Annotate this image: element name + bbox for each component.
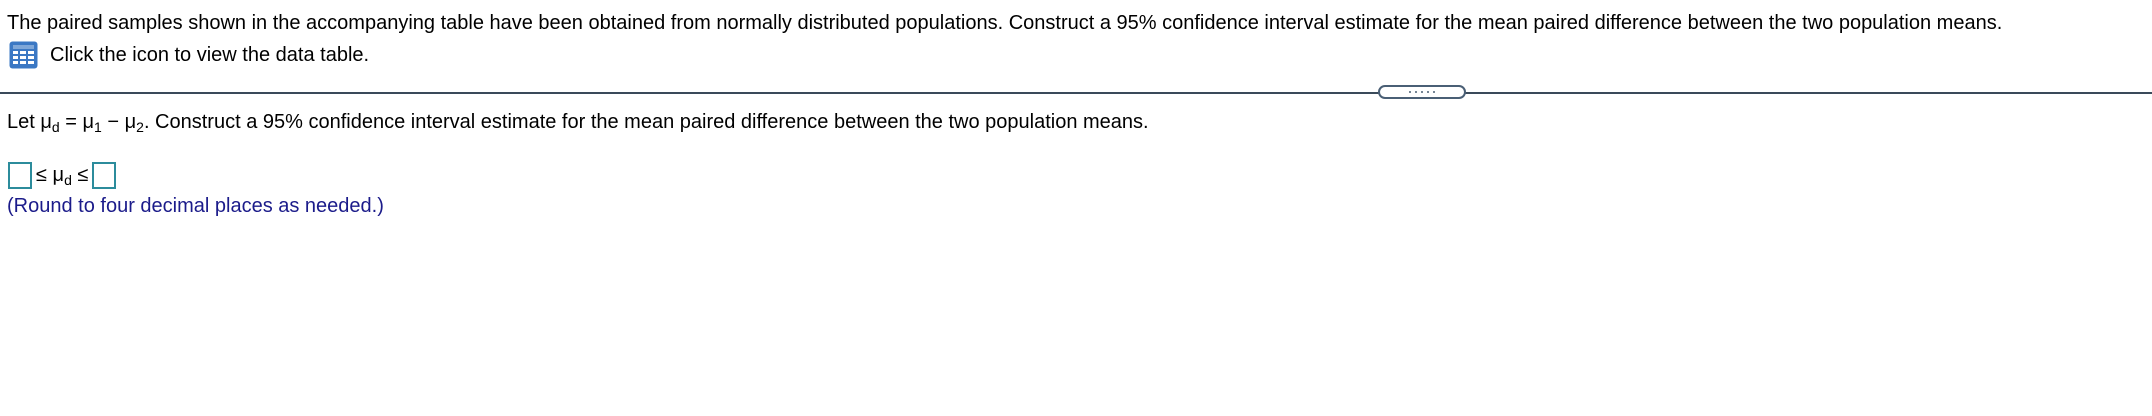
view-data-table-label[interactable]: Click the icon to view the data table. [50, 40, 369, 70]
lower-bound-input[interactable] [8, 161, 32, 189]
subscript-2: 2 [136, 119, 144, 135]
handle-dot [1433, 91, 1435, 93]
mu-symbol: μ [52, 164, 65, 186]
mu-symbol: μ [82, 111, 95, 133]
table-grid-icon[interactable] [9, 41, 38, 69]
subscript-d: d [51, 119, 60, 135]
le-sign-left: ≤ [36, 164, 47, 186]
le-sign-right: ≤ [77, 164, 89, 186]
let-instruction: . Construct a 95% confidence interval es… [143, 111, 1149, 133]
equals-sign: = [59, 111, 83, 133]
mu-symbol: μ [40, 111, 52, 133]
interval-expression: ≤ μd ≤ [36, 161, 88, 189]
handle-dot [1415, 91, 1417, 93]
minus-sign: − [101, 111, 125, 133]
question-text: The paired samples shown in the accompan… [7, 12, 2003, 34]
confidence-interval-row: ≤ μd ≤ [8, 161, 117, 189]
handle-dot [1409, 91, 1411, 93]
page: The paired samples shown in the accompan… [0, 0, 2152, 416]
view-data-table-link[interactable]: Click the icon to view the data table. [9, 40, 369, 70]
subscript-1: 1 [94, 119, 102, 135]
section-divider [0, 92, 2152, 94]
mu-symbol: μ [124, 111, 137, 133]
subscript-d: d [64, 172, 72, 188]
handle-dot [1421, 91, 1423, 93]
let-definition-line: Let μd = μ1 − μ2. Construct a 95% confid… [7, 107, 1149, 137]
upper-bound-input[interactable] [92, 161, 117, 189]
divider-drag-handle[interactable] [1378, 85, 1466, 99]
handle-dot [1427, 91, 1429, 93]
rounding-hint: (Round to four decimal places as needed.… [7, 195, 384, 217]
let-prefix: Let [7, 111, 41, 133]
